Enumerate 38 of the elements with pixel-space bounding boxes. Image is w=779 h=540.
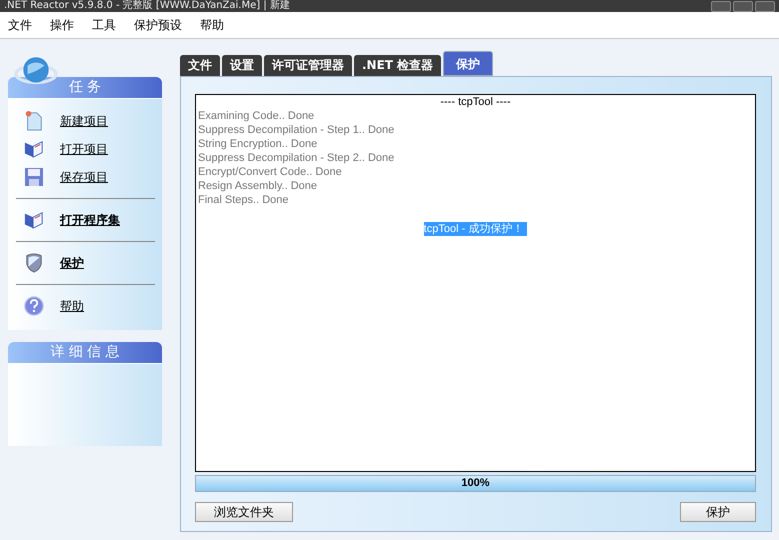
help-icon	[24, 296, 44, 316]
shield-icon	[24, 253, 44, 273]
menu-item[interactable]: 操作	[50, 16, 74, 34]
log-line: Suppress Decompilation - Step 2.. Done	[198, 151, 396, 165]
task-link[interactable]: 保存项目	[60, 168, 108, 186]
log-line: Examining Code.. Done	[198, 109, 316, 123]
log-header: ---- tcpTool ----	[439, 96, 512, 109]
close-button[interactable]	[755, 0, 775, 12]
panel-title: 任 务	[68, 79, 102, 95]
menu-item[interactable]: 工具	[92, 16, 116, 34]
task-link[interactable]: 保护	[60, 254, 84, 272]
minimize-button[interactable]	[711, 0, 731, 12]
maximize-button[interactable]	[733, 0, 753, 12]
browse-folder-button[interactable]: 浏览文件夹	[195, 502, 293, 522]
menu-item[interactable]: 保护预设	[134, 16, 182, 34]
tab[interactable]: 设置	[222, 55, 262, 76]
task-link[interactable]: 打开项目	[60, 140, 108, 158]
protect-button[interactable]: 保护	[680, 502, 756, 522]
document-icon	[24, 111, 44, 131]
log-line: Final Steps.. Done	[198, 193, 290, 207]
task-link[interactable]: 帮助	[60, 298, 84, 314]
log-line: Suppress Decompilation - Step 1.. Done	[198, 123, 396, 137]
tab[interactable]: 保护	[443, 51, 494, 76]
tab[interactable]: 许可证管理器	[264, 55, 352, 76]
panel-title: 详 细 信 息	[50, 344, 120, 360]
task-link[interactable]: 新建项目	[60, 112, 108, 130]
menu-item[interactable]: 帮助	[200, 16, 224, 34]
tab[interactable]: .NET 检查器	[354, 55, 442, 76]
log-line: Resign Assembly.. Done	[198, 179, 318, 193]
book-icon	[24, 210, 44, 230]
menu-item[interactable]: 文件	[8, 16, 32, 34]
log-line: String Encryption.. Done	[198, 137, 318, 151]
book-icon	[24, 139, 44, 159]
log-line: Encrypt/Convert Code.. Done	[198, 165, 343, 179]
tab[interactable]: 文件	[180, 55, 220, 76]
success-message: tcpTool - 成功保护！	[424, 222, 528, 236]
task-link[interactable]: 打开程序集	[60, 212, 120, 228]
progress-text: 100%	[460, 476, 491, 491]
